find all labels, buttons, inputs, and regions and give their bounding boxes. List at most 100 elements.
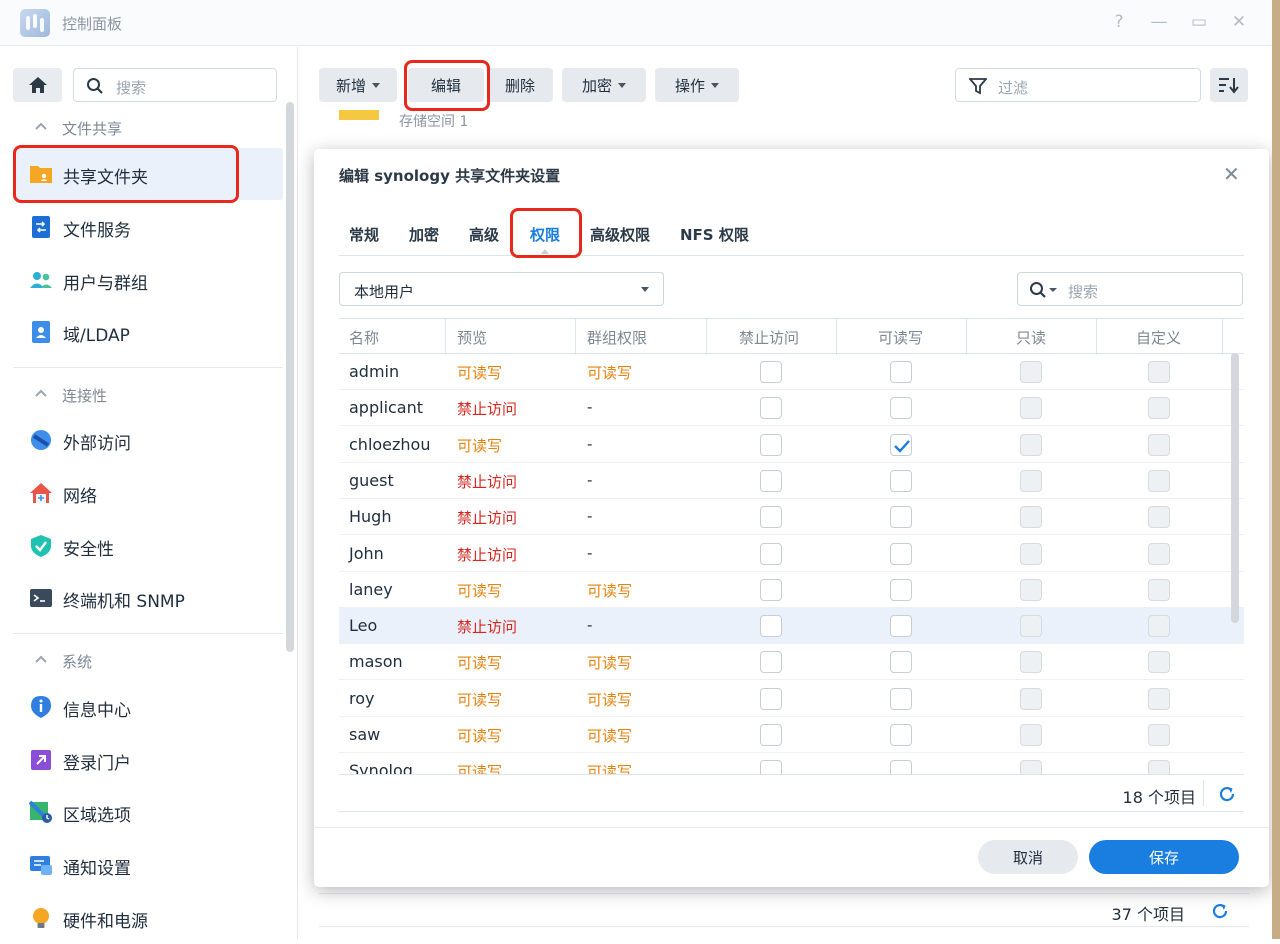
sidebar-item-hardware-power[interactable]: 硬件和电源	[13, 892, 283, 944]
tab-advanced[interactable]: 高级	[469, 224, 499, 245]
checkbox-ro[interactable]	[1020, 578, 1042, 601]
home-button[interactable]	[13, 68, 62, 102]
checkbox-deny[interactable]	[760, 578, 782, 601]
refresh-icon[interactable]	[1211, 902, 1229, 920]
section-file-sharing[interactable]: 文件共享	[0, 108, 284, 148]
tab-general[interactable]: 常规	[349, 224, 379, 245]
column-custom[interactable]: 自定义	[1136, 327, 1181, 348]
checkbox-custom[interactable]	[1148, 687, 1170, 710]
sidebar-item-external-access[interactable]: 外部访问	[13, 414, 283, 466]
checkbox-rw[interactable]	[890, 724, 912, 746]
checkbox-ro[interactable]	[1020, 506, 1042, 529]
sort-button[interactable]	[1210, 68, 1248, 102]
section-system[interactable]: 系统	[0, 641, 284, 681]
column-separator[interactable]	[1096, 319, 1097, 355]
checkbox-rw[interactable]	[890, 760, 912, 774]
user-type-select[interactable]: 本地用户	[339, 272, 664, 306]
checkbox-custom[interactable]	[1148, 760, 1170, 774]
sidebar-item-info-center[interactable]: 信息中心	[13, 681, 283, 733]
checkbox-custom[interactable]	[1148, 506, 1170, 529]
sidebar-item-regional-options[interactable]: 区域选项	[13, 786, 283, 838]
column-separator[interactable]	[575, 319, 576, 355]
table-row[interactable]: Hugh 禁止访问 -	[339, 499, 1244, 536]
checkbox-ro[interactable]	[1020, 760, 1042, 774]
checkbox-custom[interactable]	[1148, 397, 1170, 420]
table-row[interactable]: saw 可读写 可读写	[339, 717, 1244, 753]
sidebar-item-notification[interactable]: 通知设置	[13, 839, 283, 891]
column-separator[interactable]	[445, 319, 446, 355]
checkbox-deny[interactable]	[760, 724, 782, 746]
table-row[interactable]: applicant 禁止访问 -	[339, 390, 1244, 427]
checkbox-ro[interactable]	[1020, 469, 1042, 492]
checkbox-custom[interactable]	[1148, 578, 1170, 601]
checkbox-custom[interactable]	[1148, 542, 1170, 565]
checkbox-ro[interactable]	[1020, 397, 1042, 420]
sidebar-item-file-services[interactable]: 文件服务	[13, 201, 283, 253]
checkbox-deny[interactable]	[760, 615, 782, 638]
column-separator[interactable]	[706, 319, 707, 355]
table-row[interactable]: Leo 禁止访问 -	[339, 608, 1244, 645]
checkbox-deny[interactable]	[760, 542, 782, 565]
sidebar-item-security[interactable]: 安全性	[13, 520, 283, 572]
column-group-permission[interactable]: 群组权限	[587, 327, 647, 348]
action-button[interactable]: 操作	[655, 68, 739, 102]
checkbox-ro[interactable]	[1020, 433, 1042, 456]
cancel-button[interactable]: 取消	[978, 840, 1078, 874]
help-icon[interactable]: ?	[1108, 12, 1130, 32]
table-scrollbar[interactable]	[1231, 353, 1239, 623]
tab-encryption[interactable]: 加密	[409, 224, 439, 245]
sidebar-item-login-portal[interactable]: 登录门户	[13, 734, 283, 786]
checkbox-deny[interactable]	[760, 397, 782, 420]
tab-advanced-permissions[interactable]: 高级权限	[590, 224, 650, 245]
section-connectivity[interactable]: 连接性	[0, 375, 284, 415]
checkbox-ro[interactable]	[1020, 724, 1042, 746]
column-separator[interactable]	[1222, 319, 1223, 355]
sidebar-item-network[interactable]: 网络	[13, 467, 283, 519]
column-separator[interactable]	[836, 319, 837, 355]
checkbox-rw[interactable]	[890, 361, 912, 383]
column-name[interactable]: 名称	[349, 327, 379, 348]
table-row[interactable]: John 禁止访问 -	[339, 536, 1244, 572]
table-row[interactable]: chloezhou 可读写 -	[339, 427, 1244, 463]
tab-nfs-permissions[interactable]: NFS 权限	[680, 224, 749, 245]
checkbox-rw[interactable]	[890, 615, 912, 638]
checkbox-rw[interactable]	[890, 687, 912, 710]
checkbox-deny[interactable]	[760, 433, 782, 456]
add-button[interactable]: 新增	[319, 68, 397, 102]
refresh-icon[interactable]	[1218, 785, 1236, 803]
checkbox-rw[interactable]	[890, 578, 912, 601]
table-row[interactable]: mason 可读写 可读写	[339, 644, 1244, 681]
checkbox-custom[interactable]	[1148, 361, 1170, 383]
column-read-only[interactable]: 只读	[1016, 327, 1046, 348]
checkbox-custom[interactable]	[1148, 724, 1170, 746]
minimize-icon[interactable]: —	[1148, 12, 1170, 32]
checkbox-custom[interactable]	[1148, 469, 1170, 492]
checkbox-rw[interactable]	[890, 397, 912, 420]
maximize-icon[interactable]: ▭	[1188, 12, 1210, 32]
checkbox-ro[interactable]	[1020, 542, 1042, 565]
checkbox-deny[interactable]	[760, 361, 782, 383]
checkbox-custom[interactable]	[1148, 433, 1170, 456]
checkbox-deny[interactable]	[760, 651, 782, 674]
save-button[interactable]: 保存	[1089, 840, 1239, 874]
checkbox-rw[interactable]	[890, 506, 912, 529]
sidebar-scrollbar[interactable]	[286, 102, 294, 652]
checkbox-deny[interactable]	[760, 760, 782, 774]
checkbox-rw[interactable]	[890, 651, 912, 674]
checkbox-ro[interactable]	[1020, 615, 1042, 638]
checkbox-ro[interactable]	[1020, 687, 1042, 710]
sidebar-item-terminal-snmp[interactable]: 终端机和 SNMP	[13, 572, 283, 624]
checkbox-deny[interactable]	[760, 687, 782, 710]
column-preview[interactable]: 预览	[457, 327, 487, 348]
checkbox-ro[interactable]	[1020, 651, 1042, 674]
dialog-close-icon[interactable]: ✕	[1223, 162, 1240, 186]
checkbox-rw[interactable]	[890, 469, 912, 492]
column-separator[interactable]	[966, 319, 967, 355]
column-read-write[interactable]: 可读写	[878, 327, 923, 348]
checkbox-deny[interactable]	[760, 506, 782, 529]
table-row[interactable]: Synolog 可读写 可读写	[339, 753, 1244, 774]
table-row[interactable]: admin 可读写 可读写	[339, 354, 1244, 390]
checkbox-ro[interactable]	[1020, 361, 1042, 383]
close-icon[interactable]: ✕	[1228, 12, 1250, 32]
filter-input[interactable]: 过滤	[955, 68, 1201, 102]
